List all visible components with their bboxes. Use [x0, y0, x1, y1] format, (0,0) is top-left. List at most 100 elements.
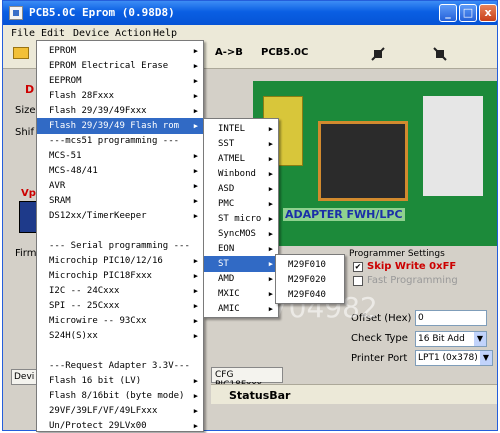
chevron-right-icon: ▶	[268, 200, 273, 208]
chevron-right-icon: ▶	[268, 290, 273, 298]
vendor-menu-item[interactable]: INTEL ▶	[204, 121, 278, 137]
vendor-menu-item[interactable]: AMIC ▶	[204, 301, 278, 317]
skip-write-label: Skip Write 0xFF	[367, 261, 457, 272]
device-menu-item[interactable]: ---mcs51 programming ---	[37, 133, 203, 149]
device-menu-item[interactable]: MCS-51 ▶	[37, 148, 203, 164]
part-menu-item[interactable]: M29F040	[276, 287, 344, 303]
skip-write-checkbox[interactable]: ✔	[353, 262, 363, 272]
left-label-vp: Vp	[21, 188, 36, 199]
chevron-right-icon: ▶	[193, 317, 198, 325]
chevron-right-icon: ▶	[193, 182, 198, 190]
vendor-menu-item[interactable]: Winbond ▶	[204, 166, 278, 182]
chevron-right-icon: ▶	[193, 422, 198, 430]
device-menu-item[interactable]: --- Serial programming ---	[37, 238, 203, 254]
chevron-right-icon: ▶	[193, 392, 198, 400]
chevron-right-icon: ▶	[193, 47, 198, 55]
title-bar: PCB5.0C Eprom (0.98D8) _ □ x	[3, 1, 497, 25]
menu-help[interactable]: Help	[153, 28, 177, 39]
menu-edit[interactable]: Edit	[41, 28, 65, 39]
device-menu-item[interactable]: Flash 29/39/49 Flash rom ▶	[37, 118, 203, 134]
device-menu-item[interactable]: Un/Protect 29LVx00 ▶	[37, 418, 203, 433]
left-label-size: Size	[15, 105, 36, 116]
device-menu-item[interactable]: I2C -- 24Cxxx ▶	[37, 283, 203, 299]
chevron-right-icon: ▶	[268, 170, 273, 178]
menu-file[interactable]: File	[11, 28, 35, 39]
maximize-button[interactable]: □	[459, 4, 477, 22]
vendor-menu-item[interactable]: AMD ▶	[204, 271, 278, 287]
device-menu-item[interactable]: SPI -- 25Cxxx ▶	[37, 298, 203, 314]
device-menu-item[interactable]: Flash 8/16bit (byte mode) ▶	[37, 388, 203, 404]
vendor-menu-item[interactable]: PMC ▶	[204, 196, 278, 212]
vendor-menu-item[interactable]: ST ▶	[204, 256, 278, 272]
chevron-down-icon: ▼	[474, 332, 486, 346]
chevron-right-icon: ▶	[193, 107, 198, 115]
device-menu-item[interactable]: Flash 16 bit (LV) ▶	[37, 373, 203, 389]
pcb-button[interactable]: PCB5.0C	[261, 47, 308, 58]
device-menu-item[interactable]: EEPROM ▶	[37, 73, 203, 89]
chevron-right-icon: ▶	[193, 287, 198, 295]
chevron-right-icon: ▶	[193, 77, 198, 85]
part-menu-item[interactable]: M29F020	[276, 272, 344, 288]
device-menu-item[interactable]: EPROM Electrical Erase ▶	[37, 58, 203, 74]
check-type-label: Check Type	[351, 333, 408, 344]
chevron-right-icon: ▶	[193, 92, 198, 100]
left-label-shift: Shif	[15, 127, 34, 138]
fast-programming-label: Fast Programming	[367, 275, 458, 286]
device-menu-item[interactable]: DS12xx/TimerKeeper ▶	[37, 208, 203, 224]
menu-action[interactable]: Action	[115, 28, 151, 39]
chip-erase-icon[interactable]	[433, 47, 447, 61]
chevron-right-icon: ▶	[193, 257, 198, 265]
device-menu-item[interactable]: S24H(S)xx ▶	[37, 328, 203, 344]
vendor-menu-item[interactable]: ST micro ▶	[204, 211, 278, 227]
vendor-menu-item[interactable]: SyncMOS ▶	[204, 226, 278, 242]
device-menu-item	[37, 223, 203, 239]
fast-programming-checkbox[interactable]	[353, 276, 363, 286]
device-menu-item[interactable]: SRAM ▶	[37, 193, 203, 209]
device-menu-item[interactable]: MCS-48/41 ▶	[37, 163, 203, 179]
chevron-right-icon: ▶	[193, 197, 198, 205]
chip-icon[interactable]	[371, 47, 385, 61]
device-menu-item[interactable]: Microchip PIC10/12/16 ▶	[37, 253, 203, 269]
status-text: StatusBar	[229, 389, 291, 402]
minimize-button[interactable]: _	[439, 4, 457, 22]
part-submenu: M29F010 M29F020 M29F040	[275, 254, 345, 304]
vendor-menu-item[interactable]: ATMEL ▶	[204, 151, 278, 167]
board-chip	[318, 121, 408, 201]
check-type-select[interactable]: 16 Bit Add ▼	[415, 331, 487, 347]
open-folder-icon[interactable]	[13, 47, 29, 59]
menu-device[interactable]: Device	[73, 28, 109, 39]
tab-cfg-pic18[interactable]: CFG PIC18Fxxx	[211, 367, 283, 390]
chevron-right-icon: ▶	[268, 245, 273, 253]
chevron-right-icon: ▶	[268, 155, 273, 163]
part-menu-item[interactable]: M29F010	[276, 257, 344, 273]
offset-input[interactable]: 0	[415, 310, 487, 326]
chevron-right-icon: ▶	[268, 125, 273, 133]
device-menu-item[interactable]: Flash 28Fxxx ▶	[37, 88, 203, 104]
chevron-right-icon: ▶	[193, 407, 198, 415]
printer-port-label: Printer Port	[351, 353, 408, 364]
adapter-label: ADAPTER FWH/LPC	[283, 208, 405, 221]
device-menu-item[interactable]: 29VF/39LF/VF/49LFxxx ▶	[37, 403, 203, 419]
printer-port-select[interactable]: LPT1 (0x378) ▼	[415, 350, 493, 366]
device-menu: EPROM ▶ EPROM Electrical Erase ▶ EEPROM ▶ Flas…	[36, 40, 204, 432]
device-menu-item[interactable]: Flash 29/39/49Fxxx ▶	[37, 103, 203, 119]
vendor-submenu: INTEL ▶ SST ▶ ATMEL ▶ Winbond ▶ ASD ▶ PMC ▶ ST micro…	[203, 118, 279, 318]
close-button[interactable]: x	[479, 4, 497, 22]
device-menu-item[interactable]: Microwire -- 93Cxx ▶	[37, 313, 203, 329]
vendor-menu-item[interactable]: EON ▶	[204, 241, 278, 257]
chevron-right-icon: ▶	[193, 332, 198, 340]
device-menu-item	[37, 343, 203, 359]
vendor-menu-item[interactable]: ASD ▶	[204, 181, 278, 197]
chevron-down-icon: ▼	[480, 351, 492, 365]
chevron-right-icon: ▶	[193, 167, 198, 175]
device-menu-item[interactable]: ---Request Adapter 3.3V---	[37, 358, 203, 374]
device-menu-item[interactable]: Microchip PIC18Fxxx ▶	[37, 268, 203, 284]
device-menu-item[interactable]: AVR ▶	[37, 178, 203, 194]
check-type-value: 16 Bit Add	[418, 334, 465, 344]
chevron-right-icon: ▶	[193, 272, 198, 280]
a-to-b-button[interactable]: A->B	[215, 47, 243, 58]
device-menu-item[interactable]: EPROM ▶	[37, 43, 203, 59]
vendor-menu-item[interactable]: SST ▶	[204, 136, 278, 152]
vendor-menu-item[interactable]: MXIC ▶	[204, 286, 278, 302]
chevron-right-icon: ▶	[193, 302, 198, 310]
